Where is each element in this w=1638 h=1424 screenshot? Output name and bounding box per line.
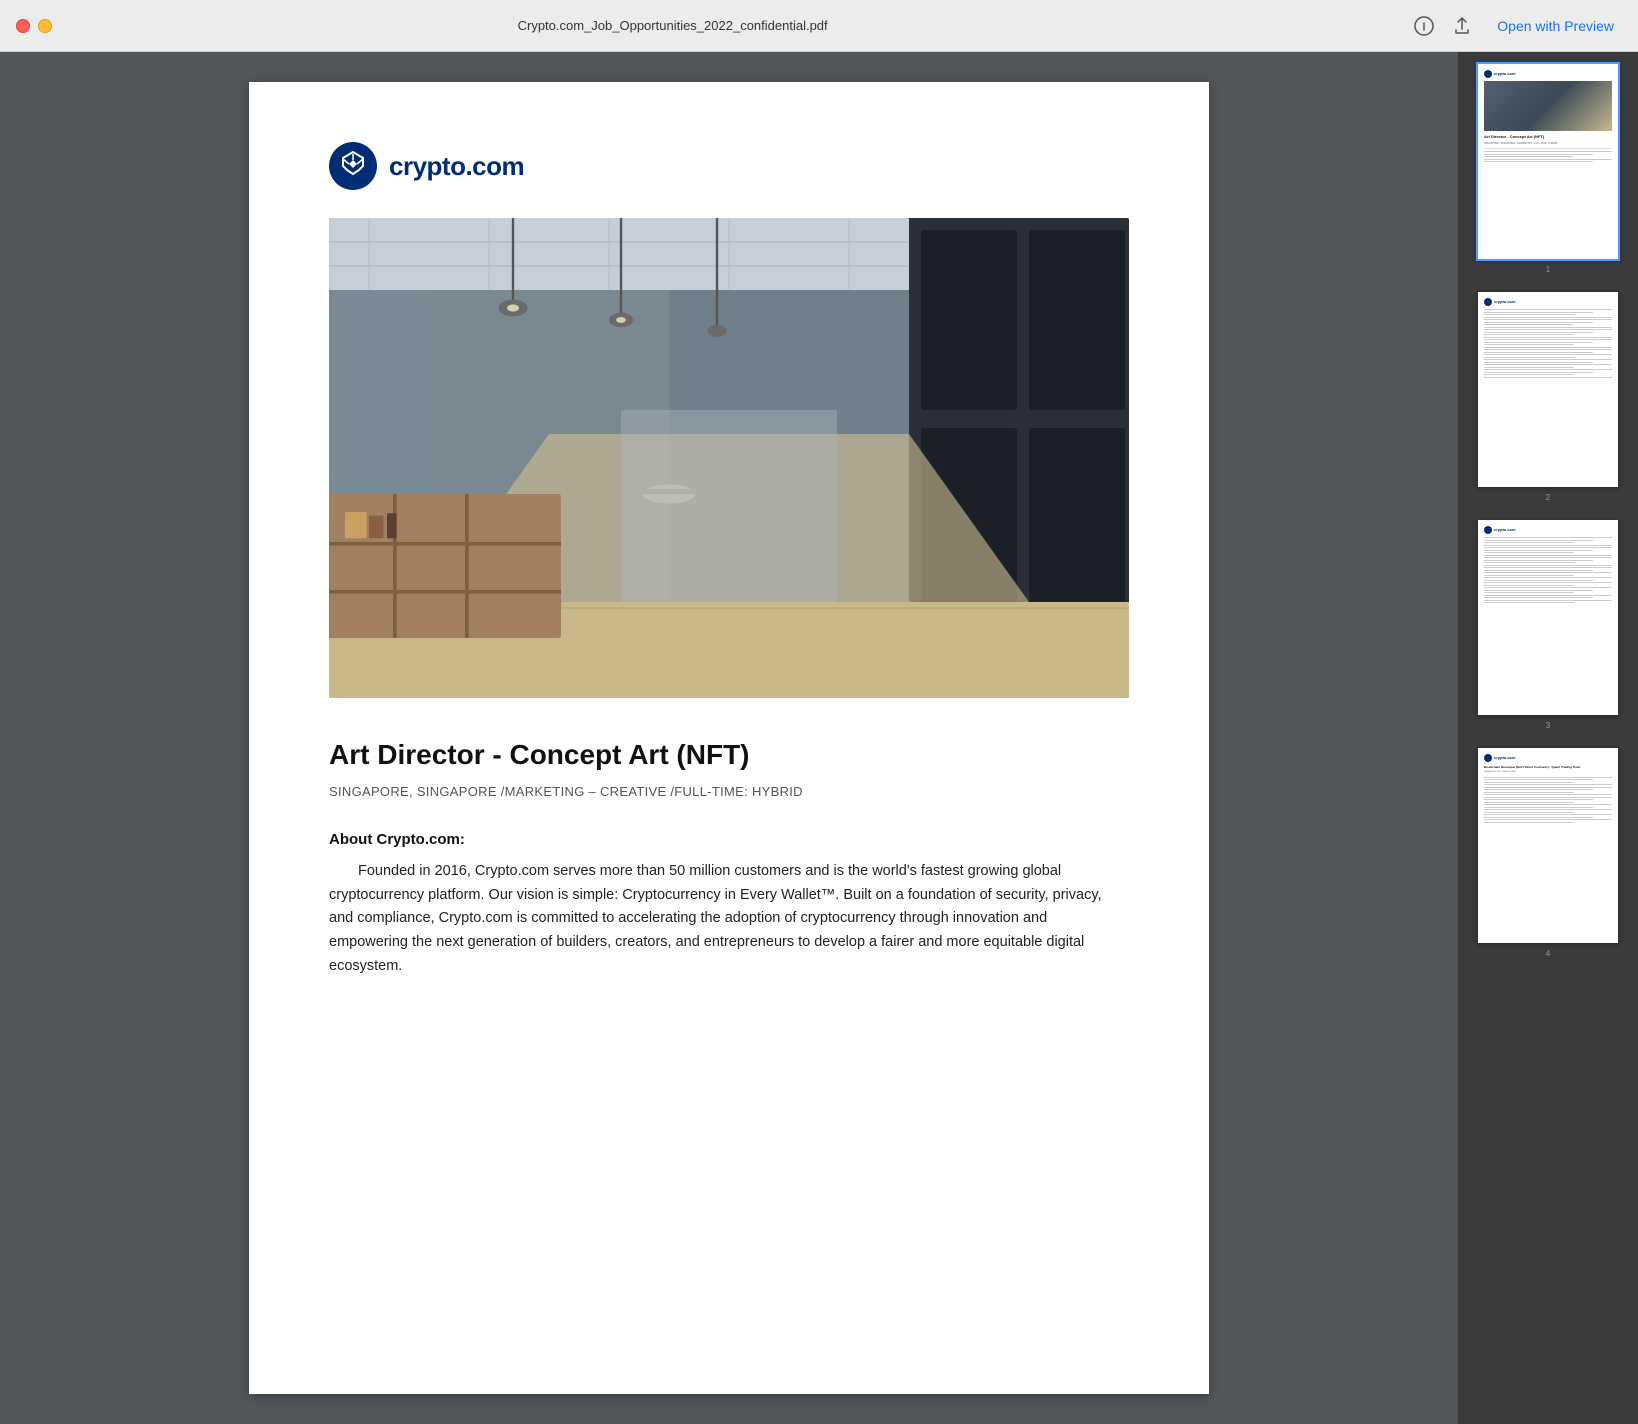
office-photo — [329, 218, 1129, 698]
thumb-page-3: crypto.com — [1478, 520, 1618, 715]
about-body: Founded in 2016, Crypto.com serves more … — [329, 860, 1129, 980]
thumbnail-page-4[interactable]: crypto.com Blockchain Developer (DeFi Sm… — [1474, 744, 1622, 962]
pdf-page: crypto.com — [249, 82, 1209, 1394]
pdf-viewer[interactable]: crypto.com — [0, 52, 1458, 1424]
about-heading: About Crypto.com: — [329, 831, 1129, 848]
share-icon[interactable] — [1451, 15, 1473, 37]
thumb-page-4: crypto.com Blockchain Developer (DeFi Sm… — [1478, 748, 1618, 943]
open-with-preview-button[interactable]: Open with Preview — [1489, 14, 1622, 38]
thumb-page-1: crypto.com Art Director - Concept Art (N… — [1478, 64, 1618, 259]
thumbnail-page-1[interactable]: crypto.com Art Director - Concept Art (N… — [1474, 60, 1622, 278]
thumb-page-2: crypto.com — [1478, 292, 1618, 487]
thumb-page-number-4: 4 — [1546, 949, 1550, 958]
job-title: Art Director - Concept Art (NFT) — [329, 738, 1129, 772]
info-icon[interactable] — [1413, 15, 1435, 37]
logo-area: crypto.com — [329, 142, 1129, 190]
thumbnail-page-3[interactable]: crypto.com — [1474, 516, 1622, 734]
main-area: crypto.com — [0, 52, 1638, 1424]
browser-bar: Crypto.com_Job_Opportunities_2022_confid… — [0, 0, 1638, 52]
file-title: Crypto.com_Job_Opportunities_2022_confid… — [0, 18, 1401, 33]
crypto-logo-icon — [329, 142, 377, 190]
logo-text: crypto.com — [389, 151, 524, 182]
thumbnail-sidebar: crypto.com Art Director - Concept Art (N… — [1458, 52, 1638, 1424]
thumbnail-page-2[interactable]: crypto.com — [1474, 288, 1622, 506]
thumb-page-number-1: 1 — [1546, 265, 1550, 274]
toolbar-right: Open with Preview — [1413, 14, 1622, 38]
job-meta: SINGAPORE, SINGAPORE /MARKETING – CREATI… — [329, 784, 1129, 799]
thumb-page-number-2: 2 — [1546, 493, 1550, 502]
thumb-page-number-3: 3 — [1546, 721, 1550, 730]
